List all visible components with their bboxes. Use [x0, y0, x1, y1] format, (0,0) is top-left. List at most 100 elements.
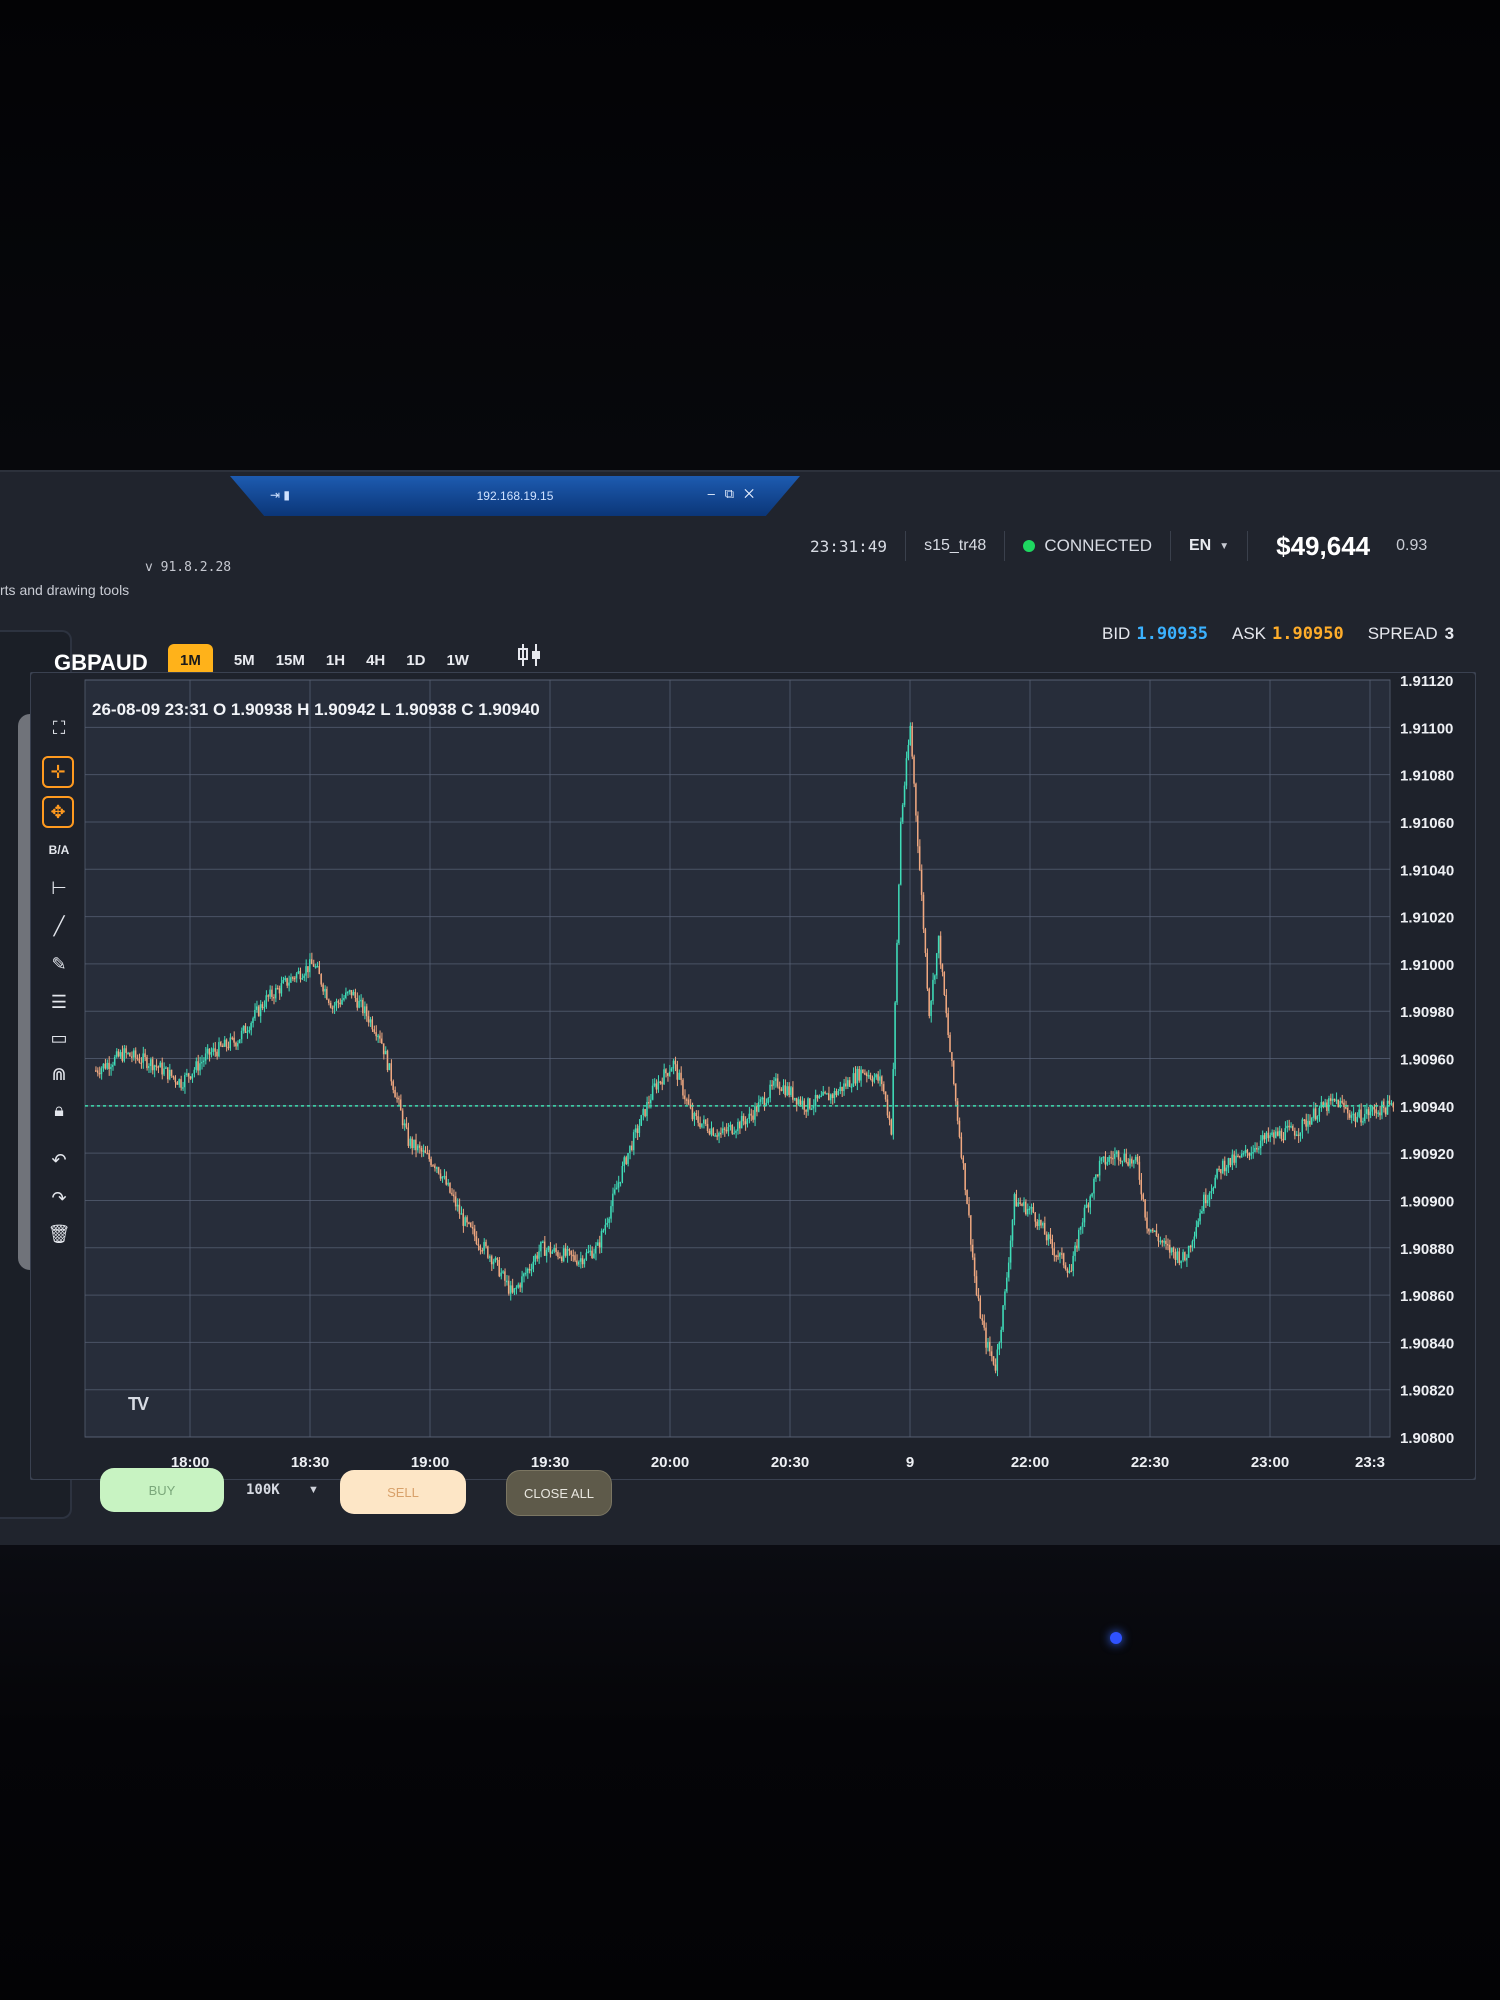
candle-body	[733, 1132, 735, 1135]
candle-body	[829, 1094, 832, 1101]
candle-body	[956, 1101, 959, 1121]
candle-body	[843, 1083, 845, 1092]
candle-body	[420, 1147, 423, 1152]
candle-body	[1295, 1134, 1298, 1137]
horizontal-ray-icon[interactable]: ⊢	[42, 872, 76, 904]
window-controls-icon[interactable]: –⧉✕	[708, 486, 764, 502]
tab-timeframe-4h[interactable]: 4H	[366, 646, 385, 675]
candle-body	[110, 1066, 112, 1069]
tab-timeframe-1w[interactable]: 1W	[446, 646, 469, 675]
candle-body	[848, 1080, 851, 1087]
candle-body	[1060, 1253, 1063, 1255]
candle-body	[953, 1060, 955, 1085]
candle-body	[1045, 1234, 1048, 1241]
candle-body	[1274, 1131, 1277, 1138]
candle-body	[1085, 1204, 1088, 1208]
candle-body	[250, 1023, 252, 1031]
tab-timeframe-1d[interactable]: 1D	[406, 646, 425, 675]
candle-body	[163, 1068, 165, 1075]
candle-body	[920, 869, 923, 895]
sell-button[interactable]: SELL	[340, 1470, 466, 1514]
candle-body	[1350, 1115, 1353, 1118]
fullscreen-icon[interactable]: ⛶	[42, 712, 76, 744]
close-all-button[interactable]: CLOSE ALL	[506, 1470, 612, 1516]
bid-label: BID	[1102, 624, 1131, 643]
candle-body	[557, 1251, 559, 1257]
buy-button[interactable]: BUY	[100, 1468, 224, 1512]
candle-body	[1254, 1147, 1256, 1153]
candle-body	[1157, 1235, 1160, 1242]
candle-body	[405, 1123, 408, 1128]
candle-body	[1115, 1151, 1118, 1154]
candle-body	[801, 1100, 803, 1105]
tab-timeframe-15m[interactable]: 15M	[276, 646, 305, 675]
order-size-select[interactable]: 100K	[246, 1482, 280, 1498]
candle-body	[1242, 1152, 1245, 1155]
candle-body	[396, 1097, 398, 1099]
candle-body	[511, 1285, 514, 1293]
candle-body	[566, 1249, 569, 1256]
candle-body	[809, 1098, 811, 1109]
candle-body	[375, 1032, 377, 1037]
candle-body	[407, 1127, 410, 1146]
candle-body	[1220, 1169, 1222, 1174]
candle-body	[157, 1066, 159, 1068]
candle-body	[1189, 1245, 1192, 1248]
undo-icon[interactable]: ↶	[42, 1144, 76, 1176]
crosshair-icon[interactable]: ✛	[42, 756, 74, 788]
x-tick-label: 20:30	[771, 1454, 809, 1471]
candle-body	[1384, 1107, 1387, 1115]
move-icon[interactable]: ✥	[42, 796, 74, 828]
candle-body	[559, 1256, 561, 1259]
candle-body	[856, 1068, 858, 1084]
candle-body	[543, 1241, 546, 1256]
candle-body	[992, 1356, 995, 1365]
candle-body	[1087, 1204, 1089, 1208]
remote-connection-bar[interactable]: ⇥ ▮ 192.168.19.15 –⧉✕	[230, 476, 800, 516]
candle-body	[1066, 1269, 1069, 1273]
candle-body	[930, 1000, 932, 1017]
candle-body	[1233, 1154, 1235, 1163]
tab-timeframe-1h[interactable]: 1H	[326, 646, 345, 675]
candle-body	[1006, 1277, 1008, 1292]
chevron-down-icon[interactable]: ▼	[308, 1484, 319, 1496]
bid-ask-toggle[interactable]: B/A	[42, 834, 76, 866]
candle-body	[886, 1099, 889, 1116]
candle-body	[793, 1097, 796, 1100]
pin-signal-icon[interactable]: ⇥ ▮	[270, 488, 290, 502]
candle-body	[1030, 1206, 1033, 1209]
candle-body	[1345, 1107, 1347, 1109]
trend-line-icon[interactable]: ╱	[42, 910, 76, 942]
candle-body	[265, 995, 267, 1007]
trash-icon[interactable]: 🗑︎	[42, 1218, 76, 1250]
ask-label: ASK	[1232, 624, 1267, 643]
candle-body	[964, 1163, 966, 1191]
candle-body	[1271, 1132, 1273, 1136]
candle-body	[615, 1187, 618, 1190]
candle-body	[331, 1007, 334, 1010]
candle-body	[1068, 1270, 1071, 1273]
candle-body	[822, 1092, 824, 1096]
candle-body	[1371, 1106, 1374, 1112]
candle-body	[1333, 1098, 1336, 1101]
candle-body	[649, 1099, 652, 1104]
divider	[1004, 531, 1006, 561]
candle-body	[483, 1242, 485, 1251]
candle-body	[276, 988, 279, 990]
redo-icon[interactable]: ↷	[42, 1182, 76, 1214]
pencil-icon[interactable]: ✎	[42, 948, 76, 980]
candle-body	[954, 1084, 957, 1102]
candle-body	[115, 1051, 118, 1057]
rectangle-icon[interactable]: ▭	[42, 1022, 76, 1054]
candle-body	[617, 1182, 620, 1188]
candle-type-icon[interactable]	[517, 643, 543, 667]
language-select[interactable]: EN ▼	[1189, 537, 1229, 555]
tab-timeframe-5m[interactable]: 5M	[234, 646, 255, 675]
fib-levels-icon[interactable]: ☰	[42, 986, 76, 1018]
price-chart[interactable]: 1.91120 1.91100 1.91080 1.91060 1.91040 1.910…	[30, 672, 1476, 1480]
magnet-icon[interactable]: ⋒	[42, 1058, 76, 1090]
candle-body	[138, 1058, 141, 1063]
candle-body	[970, 1215, 972, 1245]
lock-icon[interactable]: 🔒︎	[42, 1094, 76, 1126]
candle-body	[549, 1246, 552, 1254]
